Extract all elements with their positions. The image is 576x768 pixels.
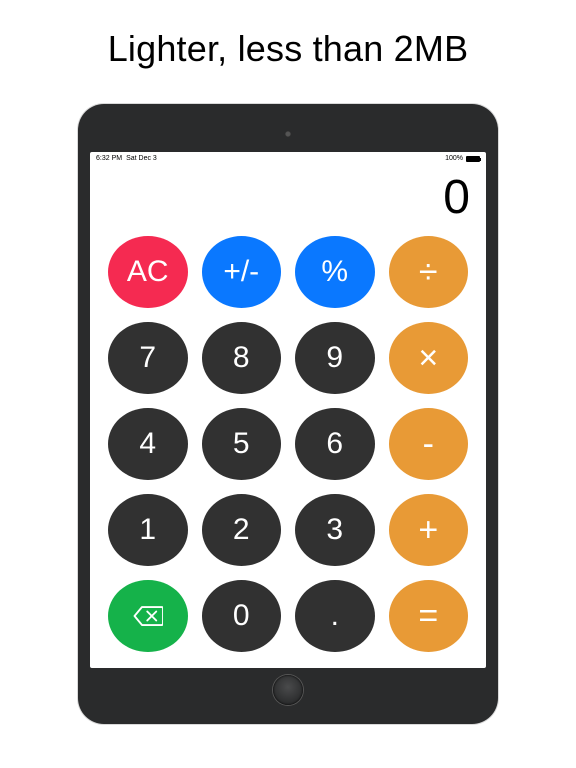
calculator-keypad: AC +/- % ÷ 7 8 9 × 4 5 6 - 1 2 3 + [90,224,486,669]
calculator-display: 0 [90,166,486,224]
front-camera-icon [285,131,291,137]
digit-8-button[interactable]: 8 [202,322,282,394]
digit-9-button[interactable]: 9 [295,322,375,394]
digit-5-button[interactable]: 5 [202,408,282,480]
tablet-device-frame: 6:32 PM Sat Dec 3 100% 0 AC +/- % ÷ 7 8 … [78,104,498,724]
battery-icon [466,156,480,162]
multiply-button[interactable]: × [389,322,469,394]
status-battery-text: 100% [445,155,463,162]
digit-2-button[interactable]: 2 [202,494,282,566]
divide-button[interactable]: ÷ [389,236,469,308]
bezel-top [90,116,486,152]
digit-7-button[interactable]: 7 [108,322,188,394]
digit-1-button[interactable]: 1 [108,494,188,566]
status-time: 6:32 PM [96,155,122,162]
digit-3-button[interactable]: 3 [295,494,375,566]
status-bar: 6:32 PM Sat Dec 3 100% [90,152,486,166]
decimal-button[interactable]: . [295,580,375,652]
bezel-bottom [90,668,486,712]
digit-0-button[interactable]: 0 [202,580,282,652]
device-screen: 6:32 PM Sat Dec 3 100% 0 AC +/- % ÷ 7 8 … [90,152,486,669]
digit-4-button[interactable]: 4 [108,408,188,480]
plus-button[interactable]: + [389,494,469,566]
backspace-button[interactable] [108,580,188,652]
digit-6-button[interactable]: 6 [295,408,375,480]
promo-headline: Lighter, less than 2MB [108,28,469,70]
equals-button[interactable]: = [389,580,469,652]
status-date: Sat Dec 3 [126,155,157,162]
sign-button[interactable]: +/- [202,236,282,308]
ac-button[interactable]: AC [108,236,188,308]
minus-button[interactable]: - [389,408,469,480]
percent-button[interactable]: % [295,236,375,308]
backspace-icon [133,605,163,627]
display-value: 0 [443,174,470,222]
home-button[interactable] [273,675,303,705]
